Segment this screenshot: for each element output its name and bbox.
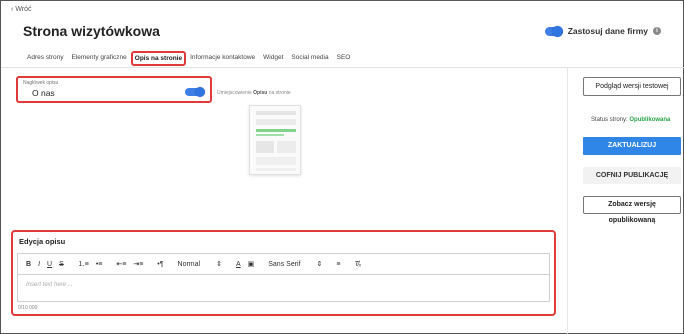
- tab-contact[interactable]: Informacje kontaktowe: [186, 51, 259, 66]
- align-icon[interactable]: ≡: [336, 261, 340, 268]
- update-button[interactable]: ZAKTUALIZUJ: [583, 137, 681, 155]
- bullet-list-icon[interactable]: •≡: [96, 261, 103, 268]
- editor-toolbar: B I U S ⒈≡ •≡ ⇤≡ ⇥≡ •¶ Normal ⇕ A ▣ Sans…: [17, 253, 550, 274]
- placement-prefix: Umiejscowienie: [217, 90, 252, 96]
- back-link-label: Wróć: [15, 6, 32, 13]
- text-color-icon[interactable]: A: [236, 261, 241, 268]
- see-published-button[interactable]: Zobacz wersję opublikowaną: [583, 196, 681, 224]
- underline-button[interactable]: U: [47, 261, 52, 268]
- tab-seo[interactable]: SEO: [333, 51, 355, 66]
- tab-widget[interactable]: Widget: [259, 51, 287, 66]
- sidebar-divider: [567, 67, 568, 334]
- indent-icon[interactable]: ⇥≡: [133, 260, 143, 268]
- heading-select[interactable]: Normal ⇕: [177, 260, 222, 269]
- placement-caption: Umiejscowienie Opisu na stronie: [217, 90, 291, 96]
- page-placement-thumbnail: [249, 105, 301, 175]
- tab-graphics[interactable]: Elementy graficzne: [68, 51, 131, 66]
- app-window: ‹ Wróć Strona wizytówkowa Zastosuj dane …: [0, 0, 684, 334]
- description-text-area[interactable]: Insert text here ...: [17, 274, 550, 302]
- text-area-placeholder: Insert text here ...: [26, 282, 73, 288]
- chevron-left-icon: ‹: [11, 6, 14, 13]
- info-icon[interactable]: i: [653, 27, 661, 35]
- tabs-divider: [1, 67, 684, 68]
- description-header-label: Nagłówek opisu: [23, 80, 59, 86]
- font-select[interactable]: Sans Serif ⇕: [268, 260, 323, 269]
- tab-bar: Adres strony Elementy graficzne Opis na …: [23, 51, 354, 66]
- font-select-value: Sans Serif: [268, 260, 301, 268]
- strikethrough-button[interactable]: S: [59, 261, 64, 268]
- tab-social-media[interactable]: Social media: [287, 51, 332, 66]
- clear-format-icon[interactable]: T̸ₓ: [355, 261, 362, 268]
- company-data-toggle[interactable]: [544, 25, 563, 37]
- heading-select-value: Normal: [177, 260, 201, 268]
- character-counter: 0/10 000: [18, 305, 38, 311]
- editor-title: Edycja opisu: [19, 237, 66, 246]
- placement-bold: Opisu: [253, 90, 268, 96]
- revert-publication-button[interactable]: COFNIJ PUBLIKACJĘ: [583, 167, 681, 184]
- ordered-list-icon[interactable]: ⒈≡: [78, 259, 89, 269]
- italic-button[interactable]: I: [38, 261, 40, 268]
- page-title: Strona wizytówkowa: [23, 23, 160, 39]
- page-status-label: Status strony:: [591, 117, 628, 123]
- description-editor: Edycja opisu B I U S ⒈≡ •≡ ⇤≡ ⇥≡ •¶ Norm…: [11, 230, 556, 316]
- company-data-toggle-label: Zastosuj dane firmy: [567, 26, 648, 36]
- select-arrows-icon: ⇕: [216, 261, 222, 268]
- placement-suffix: na stronie: [268, 90, 291, 96]
- select-arrows-icon: ⇕: [316, 261, 323, 268]
- page-status-value: Opublikowana: [629, 117, 671, 123]
- outdent-icon[interactable]: ⇤≡: [116, 260, 126, 268]
- bold-button[interactable]: B: [26, 261, 31, 268]
- description-header-field: Nagłówek opisu O nas: [16, 76, 212, 103]
- tab-description[interactable]: Opis na stronie: [130, 51, 187, 66]
- background-color-icon[interactable]: ▣: [248, 260, 255, 268]
- preview-test-version-button[interactable]: Podgląd wersji testowej: [583, 77, 681, 96]
- paragraph-direction-icon[interactable]: •¶: [157, 261, 163, 268]
- back-link[interactable]: ‹ Wróć: [11, 6, 32, 13]
- page-status: Status strony: Opublikowana: [591, 117, 670, 123]
- company-data-toggle-group: Zastosuj dane firmy i: [544, 25, 661, 37]
- description-header-input[interactable]: O nas: [32, 88, 55, 98]
- tab-address[interactable]: Adres strony: [23, 51, 68, 66]
- description-header-toggle[interactable]: [185, 87, 205, 97]
